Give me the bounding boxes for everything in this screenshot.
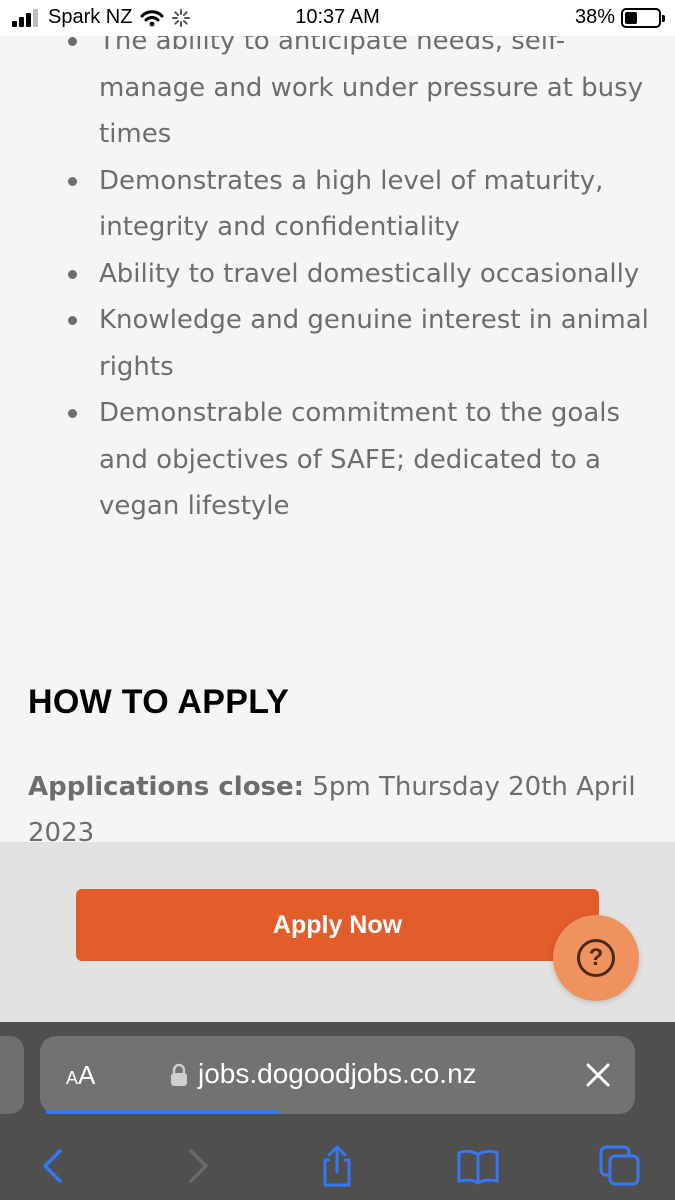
text-size-large-a: A [78, 1060, 96, 1090]
text-size-button[interactable]: AA [66, 1060, 95, 1091]
status-time: 10:37 AM [295, 6, 380, 28]
stop-loading-icon[interactable] [585, 1062, 611, 1088]
bookmarks-icon [457, 1149, 499, 1185]
help-button[interactable]: ? [553, 915, 639, 1001]
list-item-text: Demonstrable commitment to the goals and… [99, 398, 621, 521]
tabs-icon [599, 1145, 640, 1186]
battery-level [625, 11, 638, 24]
list-item: Demonstrates a high level of maturity, i… [0, 158, 675, 251]
list-item-text: Ability to travel domestically occasiona… [99, 258, 640, 289]
forward-button[interactable] [176, 1144, 220, 1188]
list-item-text: Knowledge and genuine interest in animal… [99, 305, 649, 382]
page-load-progress [46, 1110, 280, 1114]
share-icon [323, 1145, 351, 1187]
list-item-text: The ability to anticipate needs, self-ma… [99, 26, 644, 149]
list-item-text: Demonstrates a high level of maturity, i… [99, 165, 604, 243]
lock-icon [171, 1063, 187, 1086]
apply-now-button[interactable]: Apply Now [76, 889, 599, 961]
back-button[interactable] [30, 1144, 74, 1188]
requirements-list: The ability to anticipate needs, self-ma… [0, 18, 675, 530]
list-item: Ability to travel domestically occasiona… [0, 251, 675, 298]
help-icon: ? [577, 939, 615, 977]
tabs-button[interactable] [598, 1144, 642, 1188]
text-size-small-a: A [66, 1068, 79, 1088]
battery-percent: 38% [574, 6, 615, 28]
status-right: 38% [574, 6, 665, 29]
list-item: Demonstrable commitment to the goals and… [0, 390, 675, 530]
battery-icon [621, 7, 665, 28]
bookmarks-button[interactable] [456, 1144, 500, 1188]
list-item: The ability to anticipate needs, self-ma… [0, 18, 675, 158]
url-text: jobs.dogoodjobs.co.nz [198, 1058, 477, 1089]
how-to-apply-heading: HOW TO APPLY [28, 683, 290, 721]
list-item: Knowledge and genuine interest in animal… [0, 297, 675, 390]
address-bar[interactable]: AA jobs.dogoodjobs.co.nz [40, 1036, 635, 1114]
back-icon [43, 1149, 62, 1183]
apply-bar: Apply Now ? [0, 842, 675, 1022]
status-bar: Spark NZ 10:37 AM 38% [0, 0, 675, 36]
previous-tab-preview[interactable] [0, 1036, 24, 1114]
screen: The ability to anticipate needs, self-ma… [0, 0, 675, 1200]
browser-toolbar: AA jobs.dogoodjobs.co.nz [0, 1022, 675, 1200]
browser-nav-toolbar [0, 1130, 675, 1194]
share-button[interactable] [315, 1144, 359, 1188]
forward-icon [189, 1149, 208, 1183]
applications-close-label: Applications close: [28, 772, 305, 802]
